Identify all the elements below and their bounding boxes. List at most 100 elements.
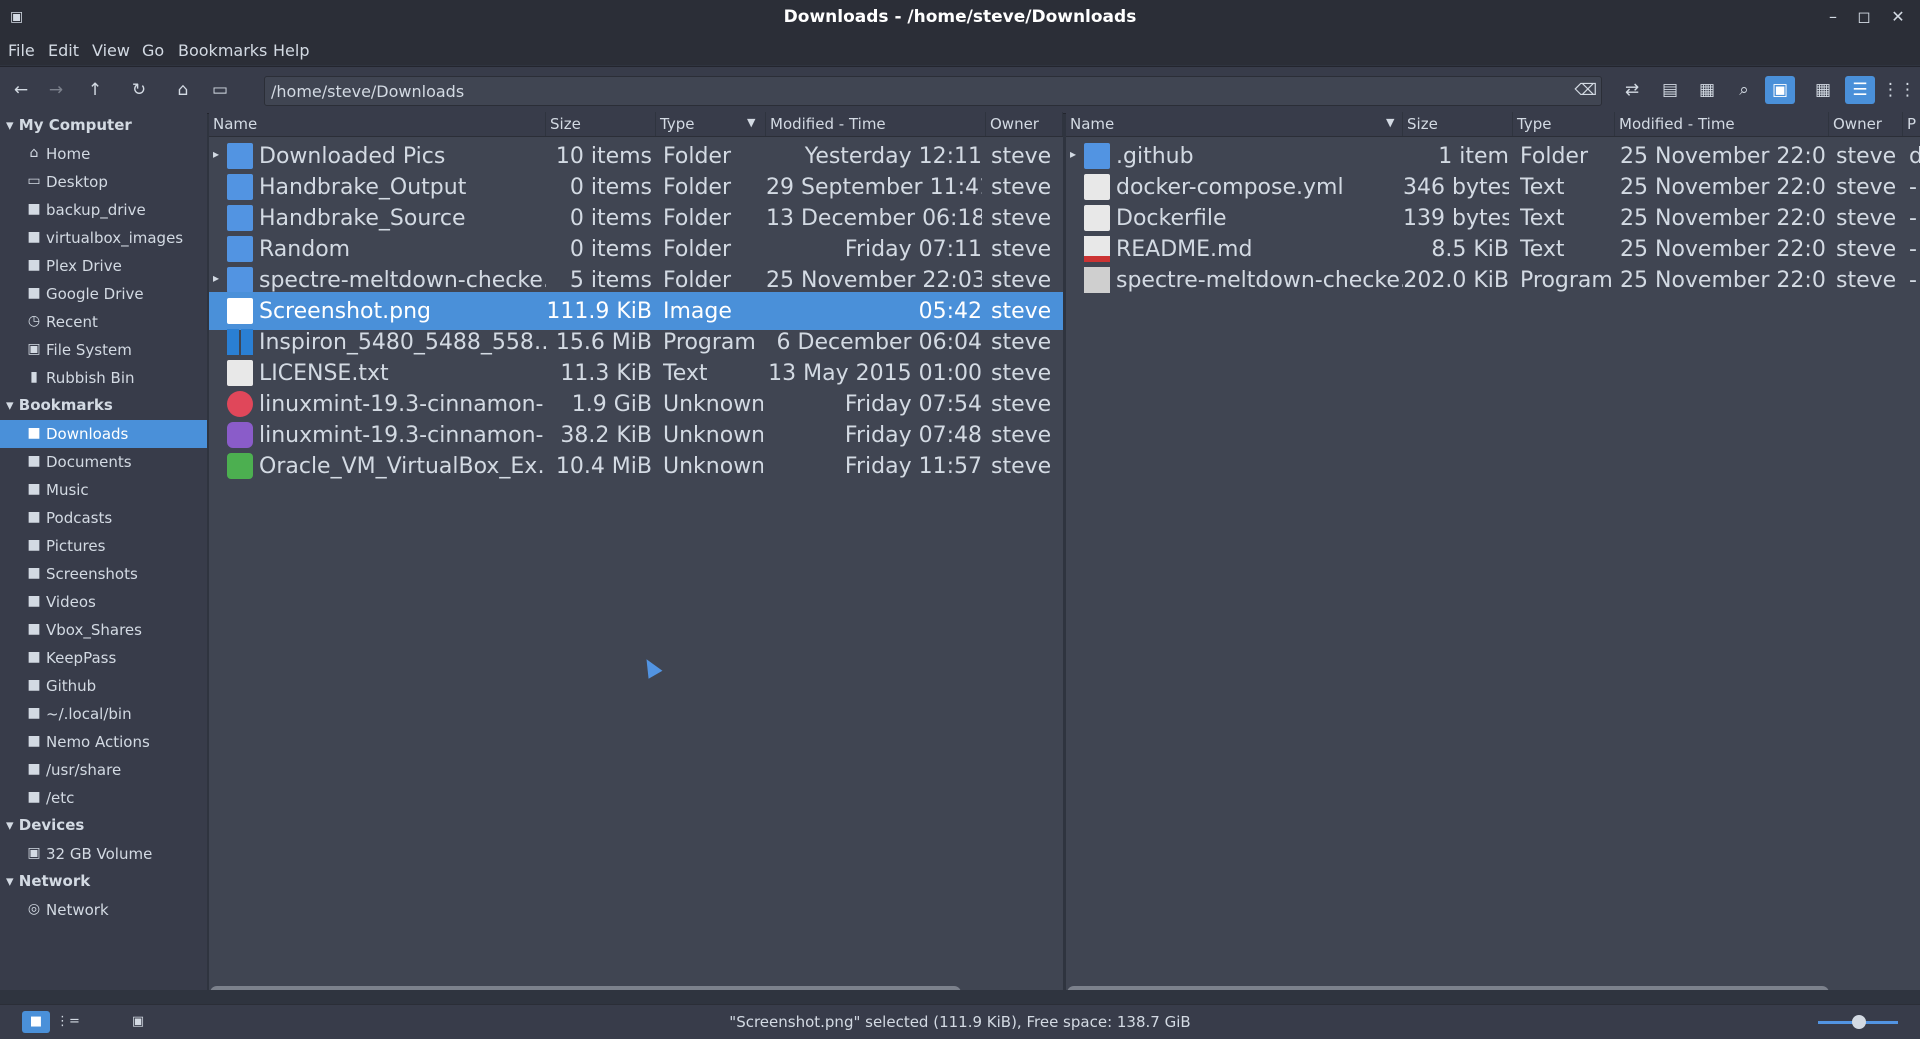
sidebar-item-rubbish-bin[interactable]: ▮ Rubbish Bin	[0, 364, 207, 392]
file-modified: 25 November 22:03	[1620, 175, 1825, 200]
forward-button[interactable]: →	[41, 76, 71, 104]
reload-button[interactable]: ↻	[124, 76, 154, 104]
column-name[interactable]: Name	[1066, 112, 1403, 136]
menu-bookmarks[interactable]: Bookmarks	[178, 41, 267, 60]
windows-icon	[227, 329, 253, 355]
sidebar-item-plex-drive[interactable]: ■ Plex Drive	[0, 252, 207, 280]
file-owner: steve	[991, 299, 1052, 324]
minimize-button[interactable]: –	[1822, 7, 1844, 27]
column-size[interactable]: Size	[546, 112, 656, 136]
compact-view-icon[interactable]: ⋮⋮	[1882, 76, 1916, 104]
sidebar-item-nemo-actions[interactable]: ■ Nemo Actions	[0, 728, 207, 756]
home-button[interactable]: ⌂	[168, 76, 198, 104]
file-pane-right[interactable]: Name ▼ Size Type Modified - Time Owner P…	[1066, 112, 1920, 990]
menu-file[interactable]: File	[8, 41, 35, 60]
sidebar-item-pictures[interactable]: ■ Pictures	[0, 532, 207, 560]
script-file-icon	[1084, 267, 1110, 293]
sidebar-item-vbox-shares[interactable]: ■ Vbox_Shares	[0, 616, 207, 644]
maximize-button[interactable]: ◻	[1853, 7, 1875, 27]
terminal-icon[interactable]: ▤	[1655, 76, 1685, 104]
file-type: Folder	[663, 268, 731, 293]
drive-icon: ▣	[27, 845, 41, 861]
section-network[interactable]: ▾ Network	[6, 872, 90, 890]
horizontal-scrollbar[interactable]	[1067, 986, 1829, 990]
sidebar-item-network[interactable]: ◎ Network	[0, 896, 207, 924]
horizontal-scrollbar[interactable]	[210, 986, 961, 990]
search-icon[interactable]: ⌕	[1729, 76, 1759, 104]
toggle-location-icon[interactable]: ⇄	[1617, 76, 1647, 104]
expander-icon[interactable]: ▸	[213, 147, 219, 161]
section-devices[interactable]: ▾ Devices	[6, 816, 84, 834]
expander-icon[interactable]: ▸	[1070, 147, 1076, 161]
file-owner: steve	[1836, 268, 1897, 293]
menu-help[interactable]: Help	[273, 41, 309, 60]
sidebar-item-recent[interactable]: ◷ Recent	[0, 308, 207, 336]
column-permissions[interactable]: P	[1903, 112, 1920, 136]
sidebar-item-file-system[interactable]: ▣ File System	[0, 336, 207, 364]
sidebar-item-desktop[interactable]: ▭ Desktop	[0, 168, 207, 196]
section-bookmarks[interactable]: ▾ Bookmarks	[6, 396, 113, 414]
preview-icon[interactable]: ▣	[1765, 76, 1795, 104]
sidebar-item-screenshots[interactable]: ■ Screenshots	[0, 560, 207, 588]
list-view-icon[interactable]: ☰	[1845, 76, 1875, 104]
file-pane-left[interactable]: Name Size Type ▼ Modified - Time Owner ▸…	[209, 112, 1063, 990]
file-name: Downloaded Pics	[259, 144, 446, 169]
file-size: 0 items	[569, 206, 652, 231]
status-bar: ■ ⋮= ▣ "Screenshot.png" selected (111.9 …	[0, 1004, 1920, 1039]
sidebar-item-keeppass[interactable]: ■ KeepPass	[0, 644, 207, 672]
close-button[interactable]: ✕	[1887, 7, 1909, 27]
column-type[interactable]: Type	[1513, 112, 1615, 136]
home-icon: ⌂	[29, 145, 39, 161]
file-modified: 6 December 06:04	[776, 330, 982, 355]
clear-location-icon[interactable]: ⌫	[1574, 80, 1597, 99]
sidebar-item-virtualbox-images[interactable]: ■ virtualbox_images	[0, 224, 207, 252]
menu-view[interactable]: View	[92, 41, 130, 60]
column-owner[interactable]: Owner	[1829, 112, 1903, 136]
column-name[interactable]: Name	[209, 112, 546, 136]
sidebar-item-usr-share[interactable]: ■/usr/share	[0, 756, 207, 784]
up-button[interactable]: ↑	[80, 76, 110, 104]
file-size: 8.5 KiB	[1431, 237, 1509, 262]
sidebar-item-documents[interactable]: ■ Documents	[0, 448, 207, 476]
section-my-computer[interactable]: ▾ My Computer	[6, 116, 132, 134]
menu-edit[interactable]: Edit	[48, 41, 79, 60]
file-modified: 25 November 22:03	[1620, 206, 1825, 231]
icon-view-icon[interactable]: ▦	[1808, 76, 1838, 104]
column-modified[interactable]: Modified - Time	[766, 112, 986, 136]
sidebar-item-local-bin[interactable]: ■ ~/.local/bin	[0, 700, 207, 728]
file-owner: steve	[991, 361, 1052, 386]
sidebar-item-etc[interactable]: ■/etc	[0, 784, 207, 812]
column-size[interactable]: Size	[1403, 112, 1513, 136]
location-bar[interactable]: /home/steve/Downloads ⌫	[264, 76, 1602, 106]
computer-button[interactable]: ▭	[205, 76, 235, 104]
file-modified: 25 November 22:03	[766, 268, 982, 293]
sidebar-item-downloads[interactable]: ■ Downloads	[0, 420, 207, 448]
menu-go[interactable]: Go	[142, 41, 164, 60]
status-text: "Screenshot.png" selected (111.9 KiB), F…	[729, 1013, 1191, 1031]
zoom-slider-knob[interactable]	[1852, 1015, 1866, 1029]
file-owner: steve	[991, 330, 1052, 355]
sidebar-item-google-drive[interactable]: ■ Google Drive	[0, 280, 207, 308]
new-folder-icon[interactable]: ▦	[1692, 76, 1722, 104]
file-modified: 05:42	[918, 299, 982, 324]
sidebar-item-videos[interactable]: ■ Videos	[0, 588, 207, 616]
sidebar-item-32gb-volume[interactable]: ▣ 32 GB Volume	[0, 840, 207, 868]
sidebar-item-home[interactable]: ⌂ Home	[0, 140, 207, 168]
sidebar-item-backup-drive[interactable]: ■ backup_drive	[0, 196, 207, 224]
file-size: 346 bytes	[1403, 175, 1509, 200]
file-type: Text	[663, 361, 708, 386]
expander-icon[interactable]: ▸	[213, 271, 219, 285]
table-row[interactable]: Oracle_VM_VirtualBox_Ex… 10.4 MiB Unknown F…	[209, 447, 1063, 485]
location-path[interactable]: /home/steve/Downloads	[271, 82, 464, 101]
column-owner[interactable]: Owner	[986, 112, 1063, 136]
back-button[interactable]: ←	[6, 76, 36, 104]
column-modified[interactable]: Modified - Time	[1615, 112, 1829, 136]
sidebar-item-github[interactable]: ■ Github	[0, 672, 207, 700]
folder-icon	[1084, 143, 1110, 169]
folder-icon: ■	[27, 481, 41, 497]
file-modified: Friday 07:11	[844, 237, 982, 262]
menu-bar: File Edit View Go Bookmarks Help	[0, 35, 1920, 65]
sidebar-item-music[interactable]: ■ Music	[0, 476, 207, 504]
table-row[interactable]: spectre-meltdown-checke… 202.0 KiB Program…	[1066, 261, 1920, 299]
sidebar-item-podcasts[interactable]: ■ Podcasts	[0, 504, 207, 532]
